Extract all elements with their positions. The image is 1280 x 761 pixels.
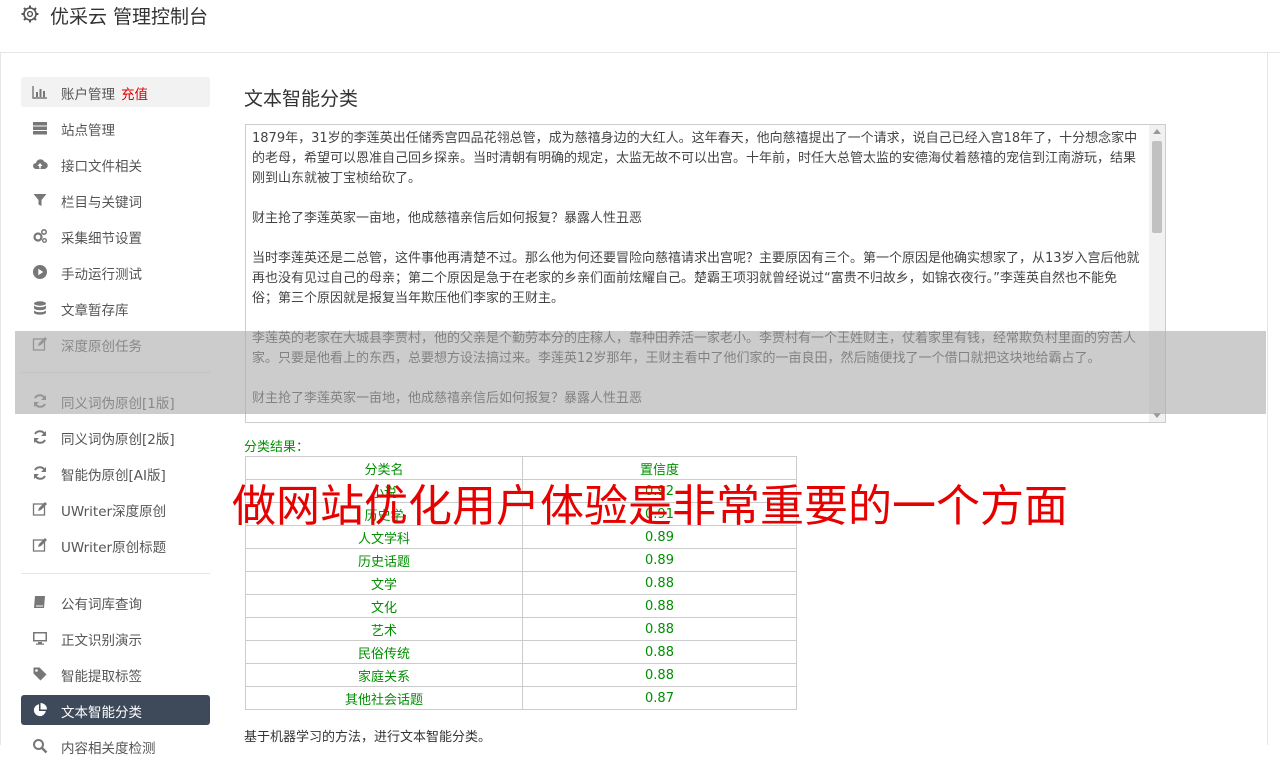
article-text[interactable]: 1879年，31岁的李莲英出任储秀宫四品花翎总管，成为慈禧身边的大红人。这年春天…: [252, 129, 1140, 422]
sidebar-item-label: UWriter深度原创: [61, 504, 167, 520]
server-icon: [33, 122, 47, 135]
play-circle-icon: [33, 265, 47, 279]
text-paragraph: 1879年，31岁的李莲英出任储秀宫四品花翎总管，成为慈禧身边的大红人。这年春天…: [252, 131, 1138, 186]
sidebar-item-label: 公有词库查询: [61, 597, 142, 613]
sidebar-item-synonym-v1[interactable]: 同义词伪原创[1版]: [21, 386, 210, 416]
scroll-down-arrow-icon[interactable]: [1153, 413, 1161, 418]
sidebar-item-label: 智能提取标签: [61, 669, 142, 685]
cloud-upload-icon: [33, 159, 48, 170]
sidebar-item-text-recognition[interactable]: 正文识别演示: [21, 623, 210, 653]
top-header: 优采云 管理控制台: [0, 0, 1280, 53]
result-label: 分类结果：: [244, 440, 310, 455]
right-border: [1267, 0, 1268, 745]
sidebar-item-tag-extract[interactable]: 智能提取标签: [21, 659, 210, 689]
sidebar-item-uwriter-title[interactable]: UWriter原创标题: [21, 530, 210, 560]
table-row: 家庭关系 0.88: [245, 663, 797, 687]
edit-icon: [32, 337, 47, 351]
table-row: 文学 0.88: [245, 571, 797, 595]
refresh-icon: [34, 430, 46, 444]
watermark-overlay-text: 做网站优化用户体验是非常重要的一个方面: [232, 481, 1068, 532]
confidence-cell: 0.88: [522, 663, 797, 687]
refresh-icon: [34, 394, 46, 408]
sidebar-item-label: 深度原创任务: [61, 339, 142, 355]
sidebar-item-synonym-v2[interactable]: 同义词伪原创[2版]: [21, 422, 210, 452]
left-border: [0, 0, 1, 745]
scrollbar-thumb[interactable]: [1152, 141, 1162, 233]
sidebar-item-label: 正文识别演示: [61, 633, 142, 649]
textarea-scrollbar[interactable]: [1149, 125, 1165, 422]
sidebar-item-public-lexicon[interactable]: 公有词库查询: [21, 587, 210, 617]
category-cell: 艺术: [245, 617, 523, 641]
text-paragraph: 当时李莲英还是二总管，这件事他再清楚不过。那么他为何还要冒险向慈禧请求出宫呢？主…: [252, 251, 1140, 306]
confidence-cell: 0.88: [522, 640, 797, 664]
edit-icon: [32, 538, 47, 552]
sidebar-item-uwriter-deep[interactable]: UWriter深度原创: [21, 494, 210, 524]
confidence-cell: 0.88: [522, 617, 797, 641]
sidebar-item-manual-run[interactable]: 手动运行测试: [21, 257, 210, 287]
recharge-link[interactable]: 充值: [121, 87, 148, 103]
table-row: 其他社会话题 0.87: [245, 686, 797, 710]
scroll-up-arrow-icon[interactable]: [1153, 129, 1161, 134]
text-paragraph: 李莲英的老家在大城县李贾村，他的父亲是个勤劳本分的庄稼人，靠种田养活一家老小。李…: [252, 331, 1137, 366]
bar-chart-icon: [32, 86, 47, 99]
sidebar-item-relevance-check[interactable]: 内容相关度检测: [21, 731, 210, 761]
sidebar-item-label: UWriter原创标题: [61, 540, 167, 556]
pie-chart-icon: [33, 703, 47, 717]
article-textarea[interactable]: 1879年，31岁的李莲英出任储秀宫四品花翎总管，成为慈禧身边的大红人。这年春天…: [245, 124, 1166, 423]
sidebar-item-label: 手动运行测试: [61, 267, 142, 283]
sidebar-item-label: 账户管理: [61, 87, 115, 103]
app-title: 优采云 管理控制台: [50, 6, 209, 28]
confidence-cell: 0.89: [522, 548, 797, 572]
tag-icon: [33, 667, 47, 681]
sidebar-item-article-storage[interactable]: 文章暂存库: [21, 293, 210, 323]
sidebar-item-label: 智能伪原创[AI版]: [61, 468, 166, 484]
sidebar-divider: [21, 573, 210, 574]
text-paragraph: 财主抢了李莲英家一亩地，他成慈禧亲信后如何报复？暴露人性丑恶: [252, 391, 643, 406]
sidebar-item-text-classify[interactable]: 文本智能分类: [21, 695, 210, 725]
gears-icon: [33, 228, 48, 243]
category-cell: 其他社会话题: [245, 686, 523, 710]
database-icon: [34, 301, 46, 315]
footnote-text: 基于机器学习的方法，进行文本智能分类。: [244, 730, 492, 745]
category-cell: 文学: [245, 571, 523, 595]
sidebar-item-ai-rewrite[interactable]: 智能伪原创[AI版]: [21, 458, 210, 488]
refresh-icon: [34, 466, 46, 480]
search-icon: [33, 739, 48, 754]
table-row: 文化 0.88: [245, 594, 797, 618]
book-icon: [34, 596, 45, 608]
sidebar-item-label: 同义词伪原创[2版]: [61, 432, 175, 448]
sidebar-item-interface-files[interactable]: 接口文件相关: [21, 149, 210, 179]
sidebar-item-label: 文章暂存库: [61, 303, 129, 319]
sidebar-divider: [21, 372, 210, 373]
table-row: 历史话题 0.89: [245, 548, 797, 572]
category-cell: 文化: [245, 594, 523, 618]
filter-icon: [33, 194, 47, 206]
table-row: 民俗传统 0.88: [245, 640, 797, 664]
table-row: 艺术 0.88: [245, 617, 797, 641]
confidence-cell: 0.88: [522, 571, 797, 595]
category-cell: 历史话题: [245, 548, 523, 572]
gear-icon: [21, 5, 39, 23]
sidebar-item-sites[interactable]: 站点管理: [21, 113, 210, 143]
sidebar-item-label: 同义词伪原创[1版]: [61, 396, 175, 412]
sidebar-item-label: 站点管理: [61, 123, 115, 139]
text-paragraph: 财主抢了李莲英家一亩地，他成慈禧亲信后如何报复？暴露人性丑恶: [252, 211, 643, 226]
sidebar-item-label: 内容相关度检测: [61, 741, 156, 757]
sidebar-item-label: 栏目与关键词: [61, 195, 142, 211]
page-title: 文本智能分类: [244, 88, 359, 110]
sidebar-item-label: 接口文件相关: [61, 159, 142, 175]
category-cell: 家庭关系: [245, 663, 523, 687]
confidence-cell: 0.88: [522, 594, 797, 618]
category-cell: 民俗传统: [245, 640, 523, 664]
sidebar-item-label: 文本智能分类: [61, 705, 142, 721]
sidebar-item-deep-original[interactable]: 深度原创任务: [21, 329, 210, 359]
edit-icon: [32, 502, 47, 516]
sidebar-item-collect-settings[interactable]: 采集细节设置: [21, 221, 210, 251]
monitor-icon: [33, 632, 47, 645]
sidebar-item-label: 采集细节设置: [61, 231, 142, 247]
sidebar-item-columns-keywords[interactable]: 栏目与关键词: [21, 185, 210, 215]
confidence-cell: 0.87: [522, 686, 797, 710]
sidebar-item-account[interactable]: 账户管理 充值: [21, 77, 210, 107]
